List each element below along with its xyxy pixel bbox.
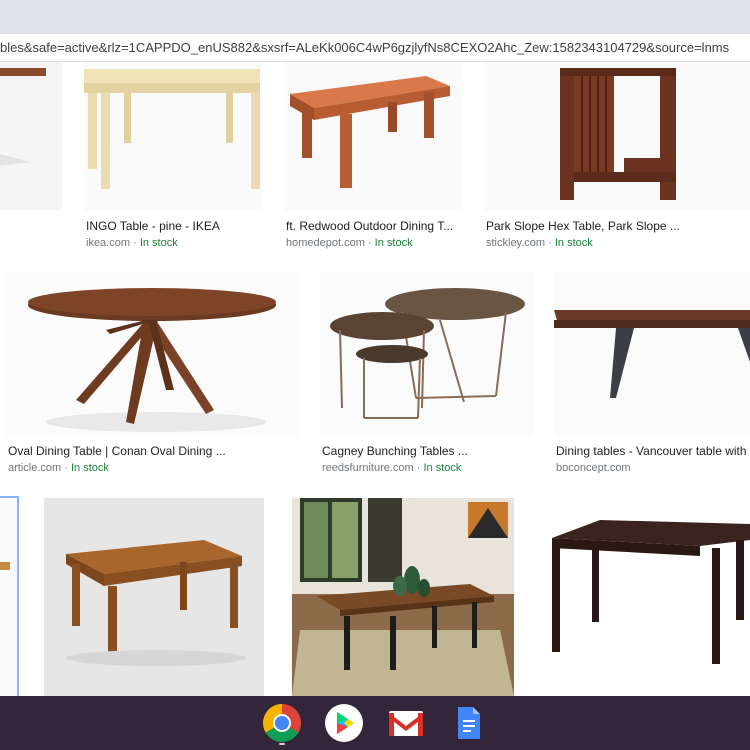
bunching-tables-image (330, 288, 525, 419)
separator: · (545, 237, 555, 249)
stock-status: In stock (374, 237, 413, 249)
result-thumbnail-oval-dining-table[interactable] (6, 272, 298, 436)
address-bar[interactable]: bles&safe=active&rlz=1CAPPDO_enUS882&sxs… (0, 34, 750, 62)
result-title[interactable]: ft. Redwood Outdoor Dining T... (286, 219, 462, 233)
result-source-site: ikea.com (86, 237, 131, 249)
result-thumbnail-dark-dining-table[interactable] (540, 498, 750, 696)
result-source: reedsfurniture.com · In stock (322, 462, 534, 474)
gmail-icon[interactable] (386, 703, 426, 743)
stock-status: In stock (139, 237, 178, 249)
result-source: article.com · In stock (8, 462, 298, 474)
result-title[interactable]: Dining tables - Vancouver table with ... (556, 444, 750, 458)
result-source-site: article.com (8, 462, 62, 474)
result-title[interactable]: Park Slope Hex Table, Park Slope ... (486, 219, 750, 233)
dark-table-image (552, 520, 750, 664)
table-image (0, 68, 46, 166)
result-source-site: reedsfurniture.com (322, 462, 414, 474)
address-bar-url: bles&safe=active&rlz=1CAPPDO_enUS882&sxs… (0, 40, 730, 55)
result-source: stickley.com · In stock (486, 237, 750, 249)
os-shelf (0, 696, 750, 750)
stock-status: In stock (554, 237, 593, 249)
result-source: boconcept.com (556, 462, 750, 474)
result-source-site: boconcept.com (556, 462, 631, 474)
park-slope-table-image (560, 68, 676, 200)
oval-table-image (28, 288, 276, 432)
ingo-table-image (84, 69, 260, 189)
separator: · (61, 462, 71, 474)
wood-table-image (66, 540, 246, 666)
browser-tab-strip (0, 0, 750, 34)
result-source: ikea.com · In stock (86, 237, 262, 249)
separator: · (413, 462, 424, 474)
image-results-grid: INGO Table - pine - IKEA ikea.com · In s… (0, 62, 750, 696)
result-title[interactable]: Oval Dining Table | Conan Oval Dining ..… (8, 444, 298, 458)
vancouver-table-image (554, 310, 750, 398)
result-source-site: homedepot.com (286, 237, 365, 249)
running-indicator (279, 743, 285, 745)
result-thumbnail-cagney-bunching-tables[interactable] (320, 272, 534, 436)
result-thumbnail-partial-left[interactable] (0, 62, 62, 210)
result-thumbnail-wood-dining-table[interactable] (44, 498, 264, 696)
result-thumbnail-partial-left-selected[interactable] (0, 496, 19, 696)
result-thumbnail-redwood-table[interactable] (284, 62, 462, 210)
stock-status: In stock (70, 462, 109, 474)
result-title[interactable]: Cagney Bunching Tables ... (322, 444, 534, 458)
result-source: homedepot.com · In stock (286, 237, 462, 249)
result-thumbnail-vancouver-table[interactable] (554, 272, 750, 436)
redwood-table-image (290, 76, 450, 188)
result-thumbnail-industrial-dining-room[interactable] (292, 498, 514, 696)
separator: · (130, 237, 140, 249)
stock-status: In stock (423, 462, 462, 474)
result-source-site: stickley.com (486, 237, 546, 249)
docs-icon[interactable] (448, 703, 488, 743)
play-store-icon[interactable] (324, 703, 364, 743)
dining-room-image (292, 498, 514, 696)
result-thumbnail-ingo-table[interactable] (84, 62, 262, 210)
result-title[interactable]: INGO Table - pine - IKEA (86, 219, 262, 233)
table-image (0, 562, 10, 570)
chrome-icon[interactable] (262, 703, 302, 743)
separator: · (364, 237, 375, 249)
result-thumbnail-park-slope-table[interactable] (484, 62, 750, 210)
